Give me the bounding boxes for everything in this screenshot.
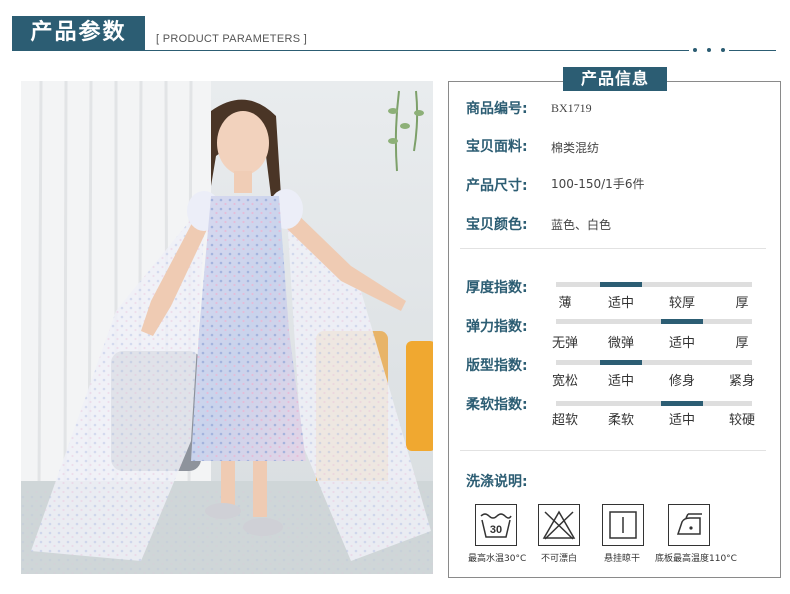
scale-bar-fit <box>556 360 752 365</box>
wash-caption: 最高水温30°C <box>468 554 527 564</box>
wash-temp: 30 <box>490 524 502 536</box>
info-value-color: 蓝色、白色 <box>551 218 612 232</box>
scale-indicator <box>600 282 642 287</box>
scale-option: 厚 <box>735 296 749 311</box>
scale-indicator <box>661 401 703 406</box>
scale-option: 较厚 <box>668 296 695 311</box>
wash-30-icon: 30 <box>475 504 517 546</box>
iron-icon <box>668 504 710 546</box>
scale-label-fit: 版型指数: <box>466 358 528 374</box>
scale-option: 宽松 <box>551 374 578 389</box>
scale-option: 适中 <box>668 413 695 428</box>
scale-indicator <box>600 360 642 365</box>
wash-caption: 悬挂晾干 <box>604 554 641 564</box>
panel-title: 产品信息 <box>563 67 667 91</box>
info-label-color: 宝贝颜色: <box>466 217 528 233</box>
scale-option: 较硬 <box>728 413 755 428</box>
scale-option: 适中 <box>607 296 634 311</box>
scale-option: 微弹 <box>607 336 634 351</box>
scale-option: 薄 <box>558 296 572 311</box>
scale-option: 柔软 <box>607 413 634 428</box>
header-divider <box>12 50 776 51</box>
product-photo <box>21 81 433 574</box>
dots-icon <box>689 45 729 55</box>
scale-option: 适中 <box>668 336 695 351</box>
scale-options-softness: 超软 柔软 适中 较硬 <box>541 409 769 428</box>
panel-divider <box>460 248 766 249</box>
scale-indicator <box>661 319 703 324</box>
panel-divider <box>460 450 766 451</box>
section-subtitle: [ PRODUCT PARAMETERS ] <box>156 33 308 45</box>
scale-option: 紧身 <box>728 374 755 389</box>
wash-caption: 底板最高温度110°C <box>655 554 737 564</box>
info-label-size: 产品尺寸: <box>466 178 528 194</box>
scale-option: 无弹 <box>551 336 578 351</box>
info-label-fabric: 宝贝面料: <box>466 139 528 155</box>
scale-label-elasticity: 弹力指数: <box>466 319 528 335</box>
scale-option: 适中 <box>607 374 634 389</box>
scale-option: 修身 <box>668 374 695 389</box>
scale-label-softness: 柔软指数: <box>466 397 528 413</box>
scale-options-thickness: 薄 适中 较厚 厚 <box>541 292 769 311</box>
section-title: 产品参数 <box>12 16 145 50</box>
wash-caption: 不可漂白 <box>541 554 578 564</box>
scale-options-fit: 宽松 适中 修身 紧身 <box>541 370 769 389</box>
no-bleach-icon <box>538 504 580 546</box>
info-value-sku: BX1719 <box>551 101 592 115</box>
scale-label-thickness: 厚度指数: <box>466 280 528 296</box>
scale-bar-thickness <box>556 282 752 287</box>
scale-options-elasticity: 无弹 微弹 适中 厚 <box>541 332 769 351</box>
info-value-size: 100-150/1手6件 <box>551 177 645 191</box>
scale-option: 厚 <box>735 336 749 351</box>
scale-option: 超软 <box>551 413 578 428</box>
hang-dry-icon <box>602 504 644 546</box>
scale-bar-elasticity <box>556 319 752 324</box>
scale-bar-softness <box>556 401 752 406</box>
wash-title: 洗涤说明: <box>466 474 528 490</box>
info-value-fabric: 棉类混纺 <box>551 141 600 155</box>
info-label-sku: 商品编号: <box>466 101 528 117</box>
